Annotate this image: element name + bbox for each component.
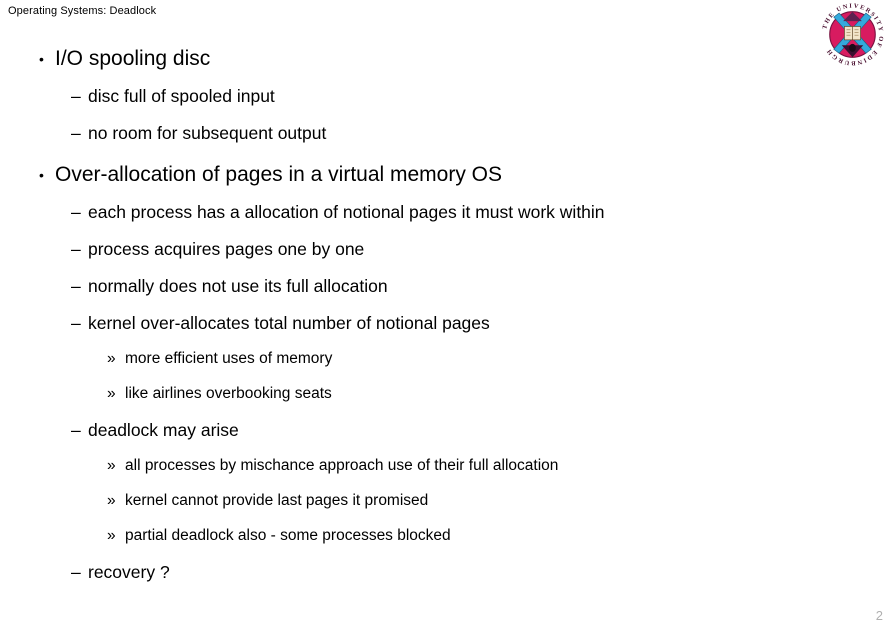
bullet-text: disc full of spooled input <box>88 86 275 106</box>
bullet-line-level-2: – no room for subsequent output <box>0 119 891 156</box>
bullet-line-level-2: – disc full of spooled input <box>0 82 891 119</box>
bullet-marker-level-3: » <box>107 527 116 544</box>
bullet-marker-level-3: » <box>107 350 116 367</box>
bullet-marker-level-3: » <box>107 492 116 509</box>
bullet-line-level-3: » partial deadlock also - some processes … <box>0 523 891 558</box>
bullet-text: each process has a allocation of notiona… <box>88 202 605 222</box>
bullet-marker-level-2: – <box>71 123 81 143</box>
bullet-line-level-1: • I/O spooling disc <box>0 44 891 82</box>
bullet-line-level-2: – process acquires pages one by one <box>0 235 891 272</box>
bullet-text: Over-allocation of pages in a virtual me… <box>55 163 503 186</box>
bullet-marker-level-2: – <box>71 276 81 296</box>
bullet-line-level-3: » more efficient uses of memory <box>0 346 891 381</box>
bullet-line-level-1: • Over-allocation of pages in a virtual m… <box>0 160 891 198</box>
bullet-text: partial deadlock also - some processes b… <box>125 527 451 544</box>
bullet-marker-level-2: – <box>71 562 81 582</box>
bullet-marker-level-1: • <box>39 51 44 67</box>
bullet-marker-level-2: – <box>71 86 81 106</box>
bullet-text: normally does not use its full allocatio… <box>88 276 388 296</box>
bullet-line-level-3: » all processes by mischance approach use… <box>0 453 891 488</box>
bullet-text: like airlines overbooking seats <box>125 385 332 402</box>
bullet-text: kernel cannot provide last pages it prom… <box>125 492 429 509</box>
bullet-line-level-2: – deadlock may arise <box>0 416 891 453</box>
bullet-line-level-3: » kernel cannot provide last pages it pro… <box>0 488 891 523</box>
bullet-text: deadlock may arise <box>88 420 239 440</box>
bullet-marker-level-3: » <box>107 385 116 402</box>
bullet-marker-level-2: – <box>71 202 81 222</box>
bullet-marker-level-2: – <box>71 239 81 259</box>
bullet-line-level-2: – kernel over-allocates total number of n… <box>0 309 891 346</box>
bullet-marker-level-3: » <box>107 457 116 474</box>
page-number: 2 <box>875 608 883 623</box>
bullet-text: kernel over-allocates total number of no… <box>88 313 490 333</box>
bullet-line-level-2: – recovery ? <box>0 558 891 595</box>
bullet-text: no room for subsequent output <box>88 123 327 143</box>
slide-header-title: Operating Systems: Deadlock <box>8 5 157 17</box>
bullet-text: process acquires pages one by one <box>88 239 365 259</box>
bullet-text: more efficient uses of memory <box>125 350 333 367</box>
bullet-line-level-2: – normally does not use its full allocati… <box>0 272 891 309</box>
bullet-text: I/O spooling disc <box>55 47 211 70</box>
bullet-line-level-2: – each process has a allocation of notion… <box>0 198 891 235</box>
slide: Operating Systems: Deadlock THE UNIVERSI… <box>0 0 891 630</box>
bullet-marker-level-1: • <box>39 167 44 183</box>
bullet-text: all processes by mischance approach use … <box>125 457 559 474</box>
bullet-text: recovery ? <box>88 562 170 582</box>
bullet-marker-level-2: – <box>71 313 81 333</box>
bullet-line-level-3: » like airlines overbooking seats <box>0 381 891 416</box>
bullet-marker-level-2: – <box>71 420 81 440</box>
slide-body: • I/O spooling disc – disc full of spooled … <box>0 44 891 595</box>
